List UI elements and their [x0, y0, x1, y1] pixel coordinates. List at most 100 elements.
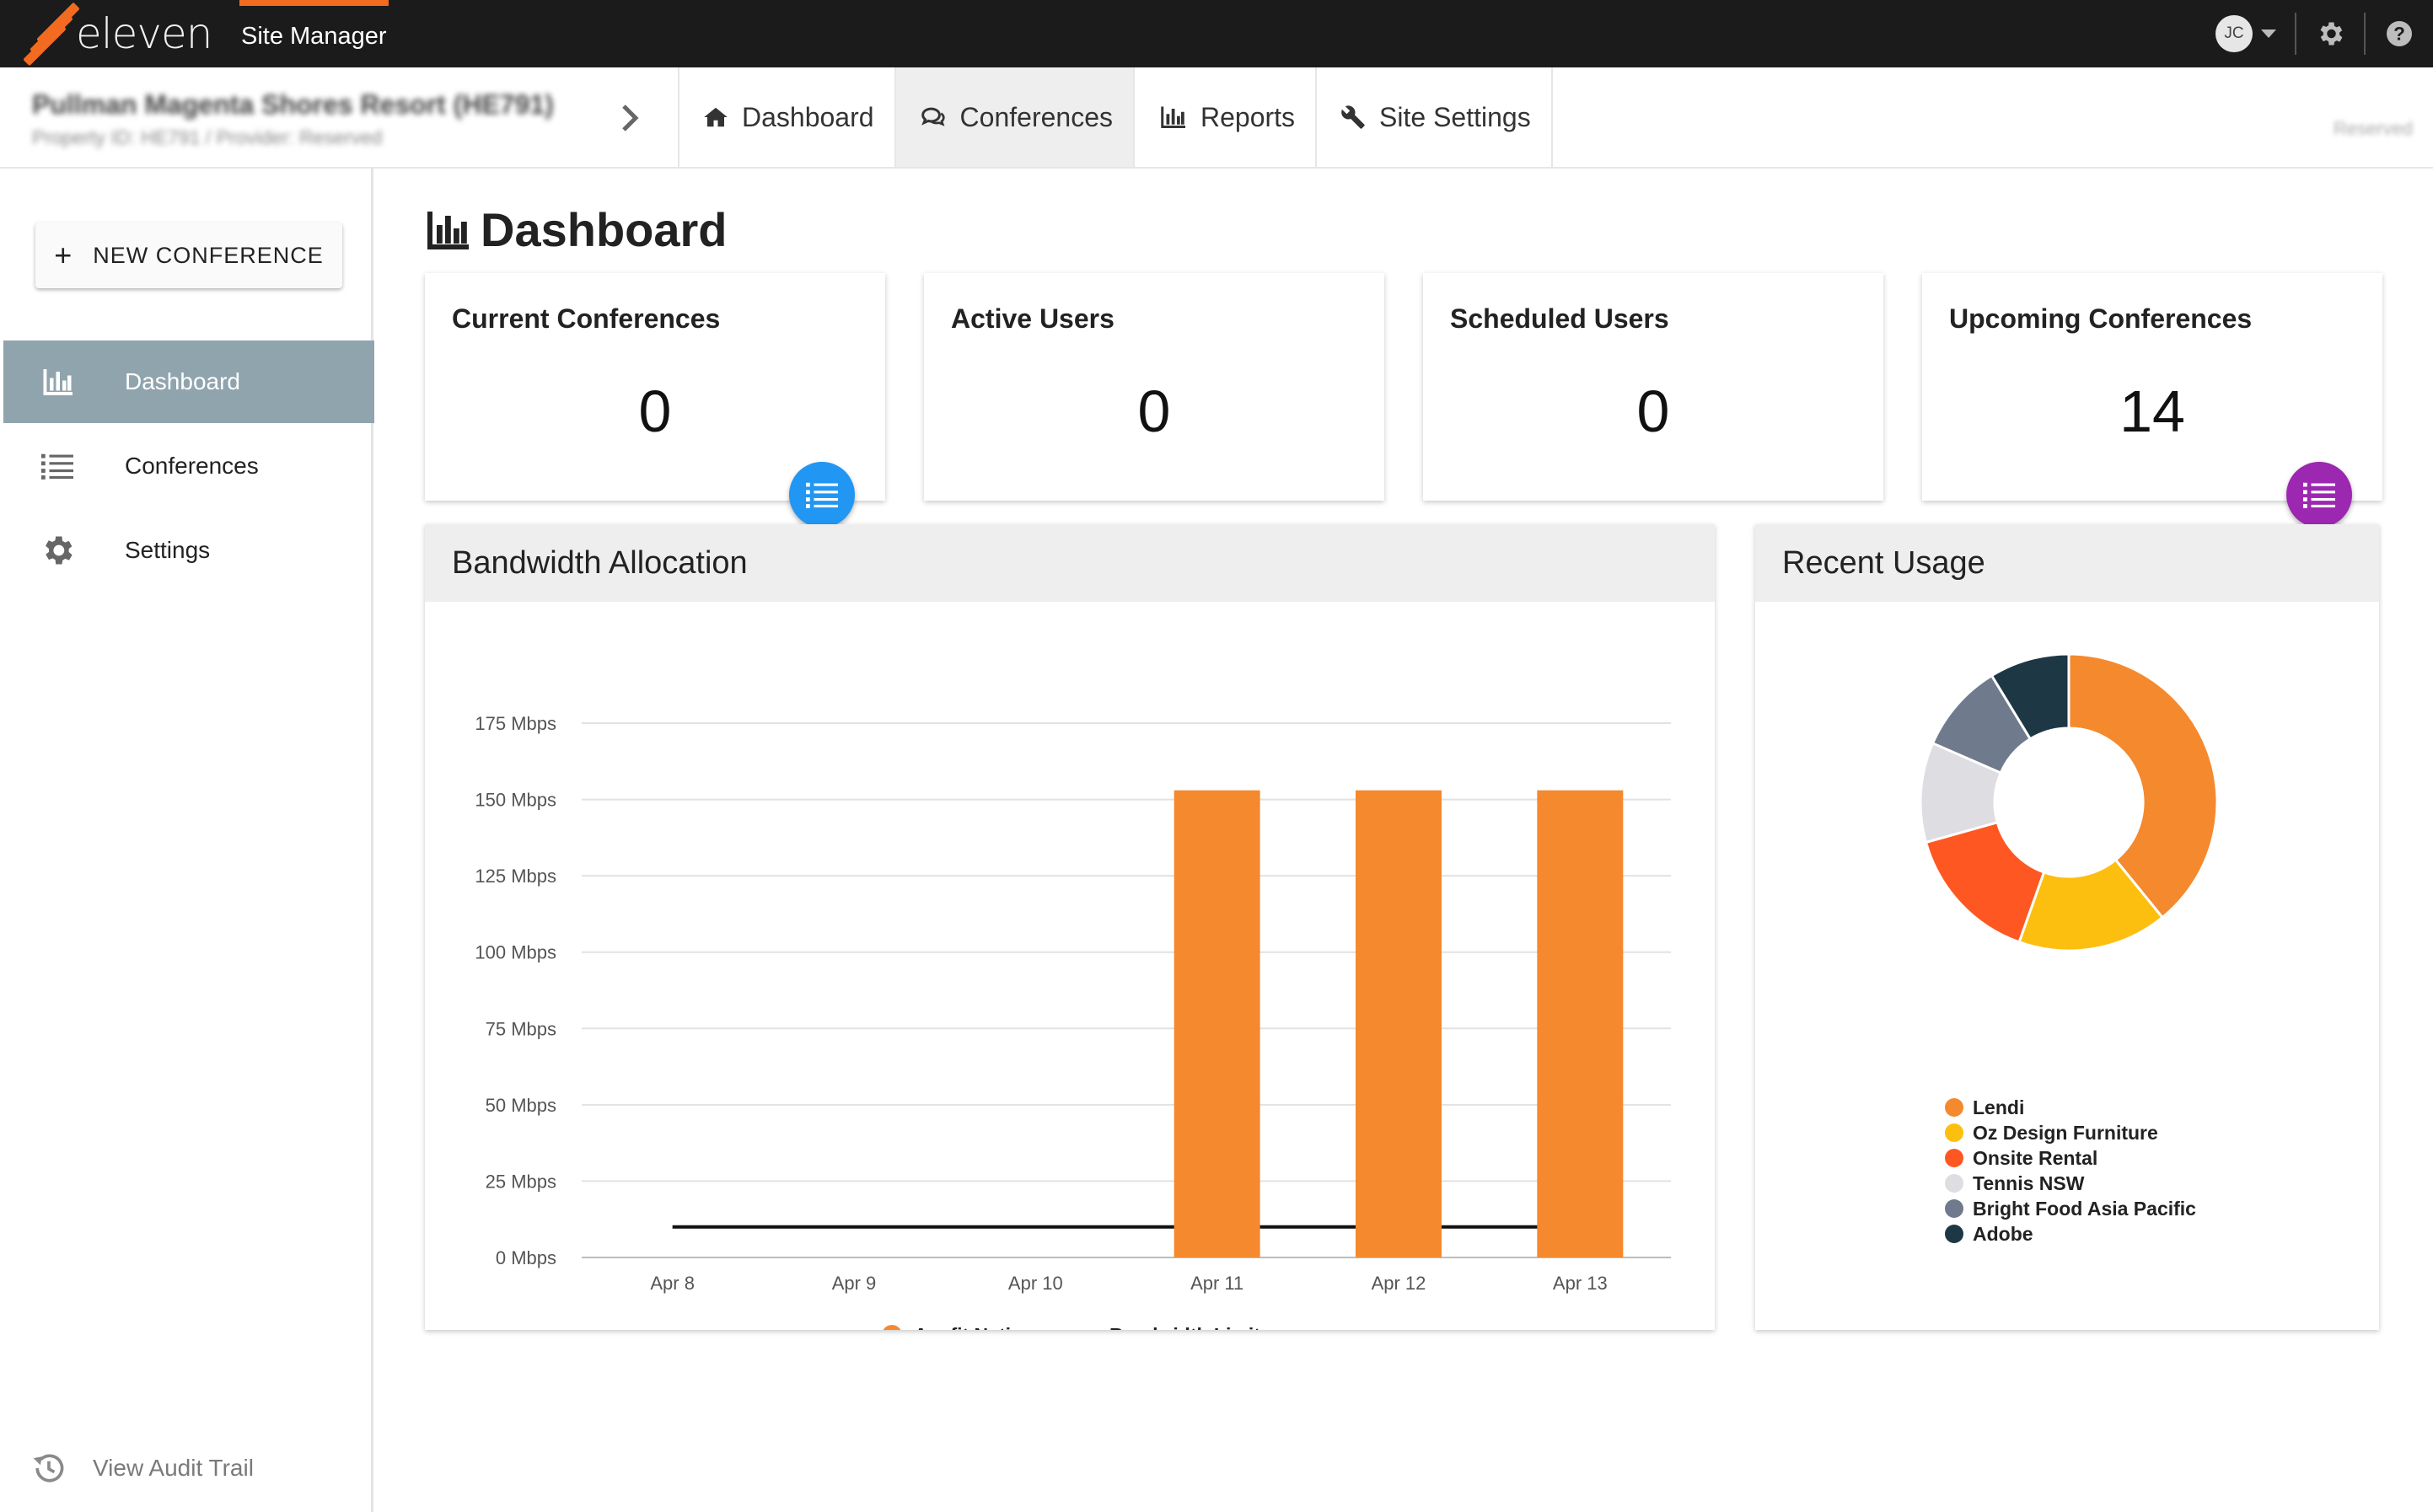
eleven-logo[interactable]: eleven [23, 2, 212, 67]
y-tick-label: 100 Mbps [475, 942, 556, 963]
main-nav-tabs: Dashboard Conferences Reports Site Setti… [678, 67, 1553, 167]
history-icon [33, 1454, 64, 1483]
bandwidth-allocation-panel: Bandwidth Allocation 0 Mbps 25 Mbps 50 Mbp… [425, 524, 1715, 1346]
bar-chart-icon [1161, 106, 1185, 128]
stat-title: Scheduled Users [1450, 303, 1669, 334]
tab-dashboard[interactable]: Dashboard [679, 67, 896, 167]
x-tick-label: Apr 13 [1553, 1273, 1608, 1294]
help-icon[interactable]: ? [2366, 0, 2433, 67]
list-icon [2303, 482, 2335, 508]
top-app-bar: eleven Site Manager JC ? [0, 0, 2433, 67]
y-tick-label: 150 Mbps [475, 790, 556, 811]
new-conference-label: NEW CONFERENCE [93, 242, 324, 268]
context-bar: Pullman Magenta Shores Resort (HE791) Pr… [0, 67, 2433, 169]
upcoming-conferences-list-button[interactable] [2286, 462, 2352, 528]
page-title: Dashboard [425, 202, 728, 257]
stat-card-active-users: Active Users 0 [924, 273, 1384, 501]
stat-title: Current Conferences [452, 303, 721, 334]
bar-chart-icon [427, 211, 469, 249]
sidebar-item-dashboard[interactable]: Dashboard [3, 340, 374, 423]
legend-marker-ausfit-nation [882, 1325, 902, 1345]
legend-marker [1945, 1149, 1963, 1167]
stat-value: 0 [1137, 378, 1171, 444]
sidebar: + NEW CONFERENCE Dashboard Conferences S… [0, 169, 374, 1512]
active-app-indicator [239, 0, 389, 6]
y-tick-label: 50 Mbps [486, 1095, 556, 1116]
site-status-text: Reserved [2333, 118, 2413, 139]
legend-label: Bright Food Asia Pacific [1973, 1198, 2196, 1220]
stat-value: 0 [638, 378, 672, 444]
legend-label: Ausfit Nation [914, 1324, 1034, 1330]
panel-title: Recent Usage [1755, 524, 2379, 602]
home-icon [704, 107, 728, 127]
wrench-icon [1341, 105, 1365, 129]
svg-text:?: ? [2393, 24, 2405, 45]
tab-label: Dashboard [742, 101, 874, 132]
sidebar-item-label: Conferences [125, 453, 259, 479]
view-audit-trail-link[interactable]: View Audit Trail [30, 1450, 254, 1487]
tab-site-settings[interactable]: Site Settings [1317, 67, 1553, 167]
settings-gear-icon[interactable] [2296, 0, 2364, 67]
site-name: Pullman Magenta Shores Resort (HE791) [32, 89, 554, 120]
panel-title: Bandwidth Allocation [425, 524, 1715, 602]
sidebar-item-label: Settings [125, 537, 211, 563]
app-tab-site-manager[interactable]: Site Manager [239, 0, 389, 67]
legend-marker [1945, 1123, 1963, 1142]
sidebar-item-settings[interactable]: Settings [3, 509, 374, 592]
usage-donut-chart: Lendi Oz Design Furniture Onsite Rental Ten… [1919, 652, 2219, 1245]
top-right-controls: JC ? [2215, 0, 2433, 67]
legend-label: Onsite Rental [1973, 1147, 2097, 1169]
x-tick-label: Apr 12 [1372, 1273, 1426, 1294]
chat-icon [921, 107, 945, 126]
logo-text: eleven [76, 9, 212, 58]
new-conference-button[interactable]: + NEW CONFERENCE [35, 223, 342, 288]
gear-icon [32, 532, 83, 569]
y-tick-label: 75 Mbps [486, 1018, 556, 1039]
chevron-right-icon[interactable] [617, 101, 642, 139]
legend-marker [1945, 1199, 1963, 1218]
app-name: Site Manager [241, 23, 387, 50]
y-tick-label: 25 Mbps [486, 1171, 556, 1192]
stat-title: Active Users [951, 303, 1114, 334]
tab-label: Reports [1200, 101, 1296, 132]
sidebar-item-conferences[interactable]: Conferences [3, 425, 374, 507]
x-tick-label: Apr 8 [650, 1273, 695, 1294]
legend-marker [1945, 1098, 1963, 1117]
bar-chart-icon [32, 367, 83, 397]
tab-conferences[interactable]: Conferences [895, 67, 1135, 167]
bar-apr-12 [1356, 790, 1442, 1257]
stat-value: 14 [2119, 378, 2185, 444]
x-tick-label: Apr 9 [832, 1273, 877, 1294]
legend-label: Tennis NSW [1973, 1172, 2085, 1194]
sidebar-item-label: Dashboard [125, 368, 240, 394]
plus-icon: + [54, 238, 73, 272]
legend-marker [1945, 1225, 1963, 1243]
list-icon [806, 482, 838, 508]
x-tick-label: Apr 11 [1190, 1273, 1243, 1294]
list-icon [32, 453, 83, 480]
tab-reports[interactable]: Reports [1135, 67, 1318, 167]
legend-label: Lendi [1973, 1096, 2024, 1118]
user-avatar[interactable]: JC [2215, 15, 2253, 52]
tab-label: Site Settings [1379, 101, 1531, 132]
legend-label: Bandwidth Limit [1109, 1324, 1260, 1330]
stat-card-scheduled-users: Scheduled Users 0 [1423, 273, 1883, 501]
bandwidth-chart: 0 Mbps 25 Mbps 50 Mbps 75 Mbps 100 Mbps 125 M… [475, 713, 1671, 1346]
page-title-text: Dashboard [481, 203, 728, 256]
legend-label: Oz Design Furniture [1973, 1122, 2158, 1144]
audit-label: View Audit Trail [93, 1455, 254, 1481]
tab-label: Conferences [959, 101, 1113, 132]
stat-value: 0 [1636, 378, 1670, 444]
x-tick-label: Apr 10 [1008, 1273, 1063, 1294]
recent-usage-panel: Recent Usage Lendi Oz Design Furniture Ons… [1755, 524, 2379, 1330]
bar-apr-11 [1174, 790, 1260, 1257]
site-details: Property ID: HE791 / Provider: Reserved [32, 126, 383, 148]
y-tick-label: 0 Mbps [496, 1247, 556, 1268]
legend-marker [1945, 1174, 1963, 1193]
stat-title: Upcoming Conferences [1949, 303, 2253, 334]
y-tick-label: 125 Mbps [475, 866, 556, 887]
user-menu-caret-icon[interactable] [2261, 29, 2276, 38]
current-conferences-list-button[interactable] [789, 462, 855, 528]
y-tick-label: 175 Mbps [475, 713, 556, 734]
bar-apr-13 [1537, 790, 1624, 1257]
